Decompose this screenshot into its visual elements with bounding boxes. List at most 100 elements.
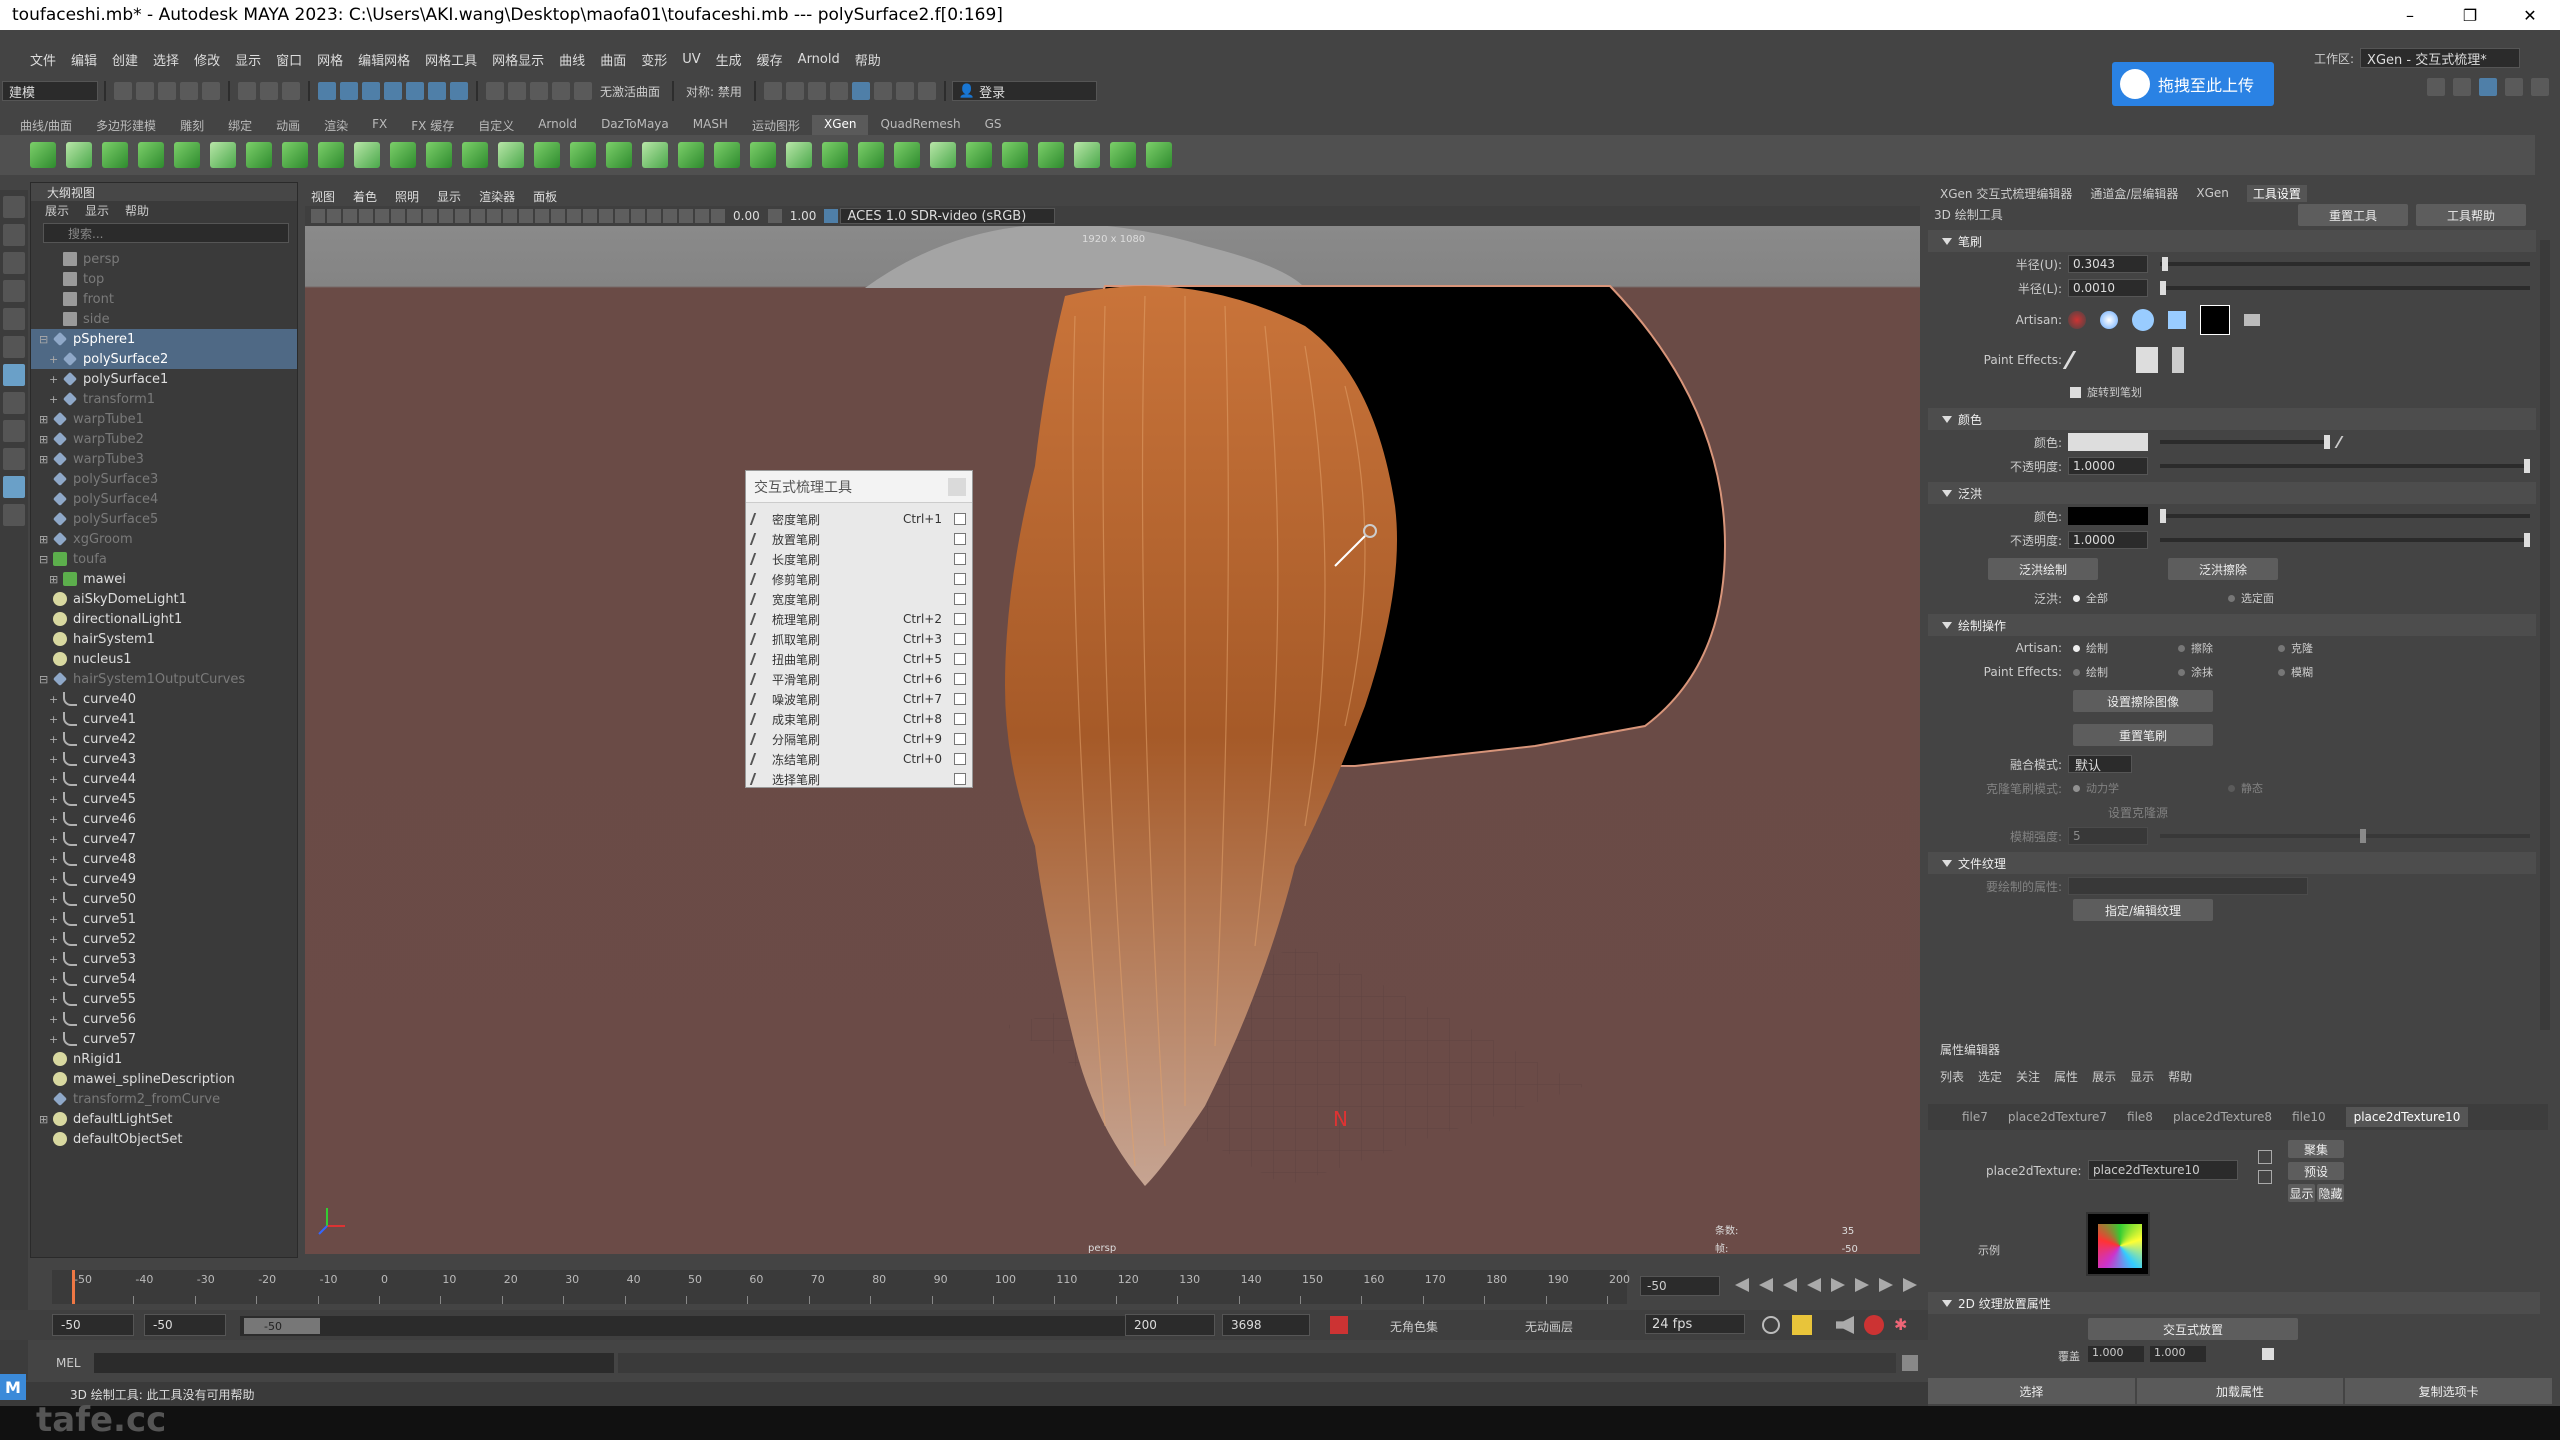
attr-menu-1[interactable]: 选定 <box>1978 1068 2002 1085</box>
outliner-item[interactable]: front <box>31 289 297 309</box>
right-tab-1[interactable]: 通道盒/层编辑器 <box>2090 185 2178 202</box>
tear-off-checkbox[interactable] <box>954 653 966 665</box>
eyedropper-icon[interactable] <box>2334 436 2352 448</box>
snap-grid-icon[interactable] <box>318 82 336 100</box>
color-section-header[interactable]: 颜色 <box>1928 408 2536 430</box>
hide-button[interactable]: 隐藏 <box>2317 1184 2344 1202</box>
color-swatch[interactable] <box>2068 433 2148 451</box>
tear-off-checkbox[interactable] <box>954 633 966 645</box>
op-erase-radio[interactable]: 擦除 <box>2178 640 2213 656</box>
attr-tab-2[interactable]: file8 <box>2127 1110 2153 1124</box>
loop-icon[interactable] <box>1762 1316 1780 1334</box>
outliner-item[interactable]: + curve51 <box>31 909 297 929</box>
paint-doc-icon[interactable] <box>2136 347 2158 373</box>
go-to-start-icon[interactable] <box>1735 1278 1749 1292</box>
render-setup-icon[interactable] <box>873 82 892 100</box>
expand-icon[interactable]: + <box>49 1013 59 1026</box>
mel-input[interactable] <box>94 1353 614 1373</box>
attr-tab-0[interactable]: file7 <box>1962 1110 1988 1124</box>
exposure-icon[interactable] <box>711 209 725 223</box>
expand-icon[interactable]: + <box>49 693 59 706</box>
menu-7[interactable]: 网格 <box>317 50 343 69</box>
tear-off-checkbox[interactable] <box>954 733 966 745</box>
snap-magnet-icon[interactable] <box>450 82 468 100</box>
expand-icon[interactable]: ⊞ <box>39 533 49 546</box>
new-scene-icon[interactable] <box>114 82 132 100</box>
preset-button[interactable]: 预设 <box>2288 1162 2344 1180</box>
op-blur-radio[interactable]: 模糊 <box>2278 664 2313 680</box>
expand-icon[interactable]: + <box>49 973 59 986</box>
xgen-shelf-tool-icon[interactable] <box>534 142 560 168</box>
attr-menu-3[interactable]: 属性 <box>2054 1068 2078 1085</box>
select-object-icon[interactable] <box>260 82 278 100</box>
attr-tab-4[interactable]: file10 <box>2292 1110 2326 1124</box>
attr-menu-4[interactable]: 展示 <box>2092 1068 2116 1085</box>
grid-icon[interactable] <box>407 209 421 223</box>
xgen-shelf-tool-icon[interactable] <box>354 142 380 168</box>
xray-icon[interactable] <box>679 209 693 223</box>
tear-off-checkbox[interactable] <box>954 673 966 685</box>
viewport-menu-1[interactable]: 着色 <box>353 188 377 205</box>
shelf-tab-11[interactable]: MASH <box>681 115 740 135</box>
expand-icon[interactable]: + <box>49 713 59 726</box>
2d-placement-section-header[interactable]: 2D 纹理放置属性 <box>1928 1292 2540 1314</box>
radius-l-input[interactable]: 0.0010 <box>2068 279 2148 297</box>
expand-icon[interactable]: + <box>49 833 59 846</box>
clone-static-radio[interactable]: 静态 <box>2228 780 2263 796</box>
wireframe-icon[interactable] <box>519 209 533 223</box>
brush-section-header[interactable]: 笔刷 <box>1928 230 2536 252</box>
ambient-occlusion-icon[interactable] <box>615 209 629 223</box>
expand-icon[interactable]: + <box>49 373 59 386</box>
radius-u-slider[interactable] <box>2160 257 2530 271</box>
outliner-item[interactable]: hairSystem1 <box>31 629 297 649</box>
maximize-button[interactable]: ❐ <box>2440 0 2500 30</box>
xgen-shelf-tool-icon[interactable] <box>822 142 848 168</box>
current-frame-input[interactable]: -50 <box>1640 1276 1720 1296</box>
go-to-end-icon[interactable] <box>1903 1278 1917 1292</box>
shelf-tab-8[interactable]: 自定义 <box>466 115 526 135</box>
menu-17[interactable]: Arnold <box>798 52 840 67</box>
xgen-shelf-tool-icon[interactable] <box>1074 142 1100 168</box>
shelf-tab-13[interactable]: XGen <box>811 115 869 135</box>
xgen-shelf-tool-icon[interactable] <box>390 142 416 168</box>
pause-viewport-icon[interactable] <box>917 82 936 100</box>
focus-in-icon[interactable] <box>2258 1150 2272 1164</box>
outliner-item[interactable]: ⊞ warpTube1 <box>31 409 297 429</box>
right-tab-3[interactable]: 工具设置 <box>2246 184 2307 202</box>
range-slider[interactable]: -50 <box>240 1316 1138 1336</box>
shelf-tab-7[interactable]: FX 缓存 <box>399 115 466 135</box>
fps-dropdown[interactable]: 24 fps <box>1645 1314 1745 1334</box>
flood-paint-button[interactable]: 泛洪绘制 <box>1988 558 2098 580</box>
login-dropdown[interactable]: 👤 登录 <box>951 81 1097 101</box>
xgen-shelf-tool-icon[interactable] <box>246 142 272 168</box>
menu-2[interactable]: 创建 <box>112 50 138 69</box>
expand-icon[interactable]: ⊟ <box>39 553 49 566</box>
xgen-shelf-tool-icon[interactable] <box>750 142 776 168</box>
reset-tool-button[interactable]: 重置工具 <box>2298 204 2408 226</box>
undo-icon[interactable] <box>180 82 198 100</box>
menu-16[interactable]: 缓存 <box>757 50 783 69</box>
snap-live-icon[interactable] <box>428 82 446 100</box>
menu-18[interactable]: 帮助 <box>855 50 881 69</box>
right-tab-0[interactable]: XGen 交互式梳理编辑器 <box>1940 185 2072 202</box>
outliner-item[interactable]: + curve54 <box>31 969 297 989</box>
range-slider-handle[interactable]: -50 <box>244 1318 320 1334</box>
expand-icon[interactable]: ⊟ <box>39 673 49 686</box>
step-forward-key-icon[interactable] <box>1879 1278 1893 1292</box>
tear-off-checkbox[interactable] <box>954 593 966 605</box>
grease-pencil-icon[interactable] <box>391 209 405 223</box>
outliner-item[interactable]: side <box>31 309 297 329</box>
shelf-tab-0[interactable]: 曲线/曲面 <box>8 115 84 135</box>
layout-single-icon[interactable] <box>2427 78 2445 96</box>
minimize-button[interactable]: – <box>2380 0 2440 30</box>
focus-out-icon[interactable] <box>2258 1170 2272 1184</box>
expand-icon[interactable]: + <box>49 793 59 806</box>
outliner-item[interactable]: persp <box>31 249 297 269</box>
tool-settings-scrollbar[interactable] <box>2540 240 2550 1030</box>
outliner-search-input[interactable]: 搜索... <box>43 223 289 243</box>
expand-icon[interactable]: + <box>49 393 59 406</box>
attr-menu-0[interactable]: 列表 <box>1940 1068 1964 1085</box>
outliner-item[interactable]: + curve53 <box>31 949 297 969</box>
save-scene-icon[interactable] <box>158 82 176 100</box>
expand-icon[interactable]: + <box>49 1033 59 1046</box>
